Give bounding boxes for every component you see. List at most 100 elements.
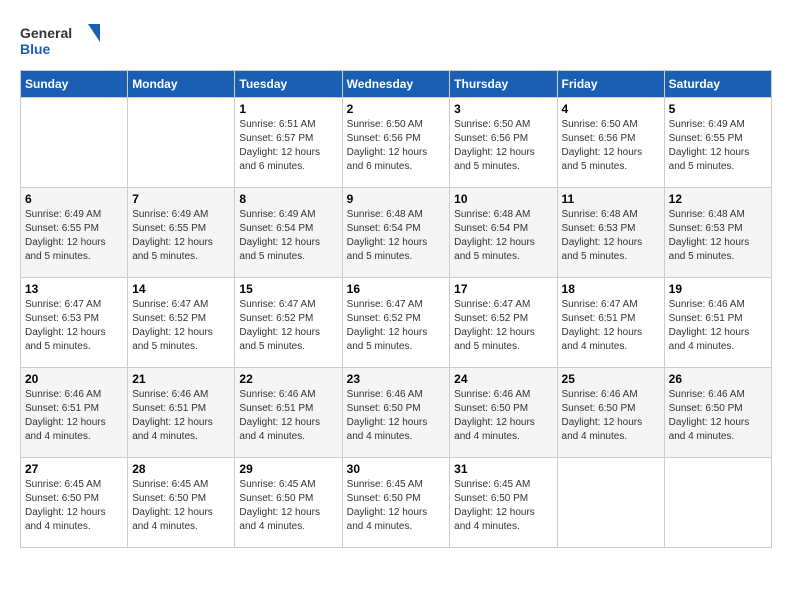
day-info: Sunrise: 6:47 AM Sunset: 6:52 PM Dayligh… <box>347 298 446 354</box>
day-info: Sunrise: 6:48 AM Sunset: 6:53 PM Dayligh… <box>669 208 767 264</box>
day-number: 26 <box>669 372 767 386</box>
day-number: 27 <box>25 462 123 476</box>
day-info: Sunrise: 6:47 AM Sunset: 6:52 PM Dayligh… <box>132 298 230 354</box>
day-number: 9 <box>347 192 446 206</box>
calendar-cell: 19 Sunrise: 6:46 AM Sunset: 6:51 PM Dayli… <box>664 278 771 368</box>
calendar-week-row: 20 Sunrise: 6:46 AM Sunset: 6:51 PM Dayli… <box>21 368 772 458</box>
day-info: Sunrise: 6:47 AM Sunset: 6:51 PM Dayligh… <box>562 298 660 354</box>
calendar-header-cell: Tuesday <box>235 71 342 98</box>
calendar-cell: 29 Sunrise: 6:45 AM Sunset: 6:50 PM Dayli… <box>235 458 342 548</box>
day-info: Sunrise: 6:46 AM Sunset: 6:51 PM Dayligh… <box>239 388 337 444</box>
day-info: Sunrise: 6:48 AM Sunset: 6:54 PM Dayligh… <box>347 208 446 264</box>
calendar-cell: 31Sunrise: 6:45 AM Sunset: 6:50 PM Dayli… <box>450 458 557 548</box>
calendar-week-row: 13Sunrise: 6:47 AM Sunset: 6:53 PM Dayli… <box>21 278 772 368</box>
calendar-cell: 7 Sunrise: 6:49 AM Sunset: 6:55 PM Daylig… <box>128 188 235 278</box>
calendar-cell <box>664 458 771 548</box>
day-info: Sunrise: 6:47 AM Sunset: 6:52 PM Dayligh… <box>454 298 552 354</box>
day-number: 10 <box>454 192 552 206</box>
calendar-cell: 28Sunrise: 6:45 AM Sunset: 6:50 PM Dayli… <box>128 458 235 548</box>
calendar-week-row: 27 Sunrise: 6:45 AM Sunset: 6:50 PM Dayli… <box>21 458 772 548</box>
calendar-header-cell: Friday <box>557 71 664 98</box>
day-number: 6 <box>25 192 123 206</box>
calendar-cell: 12 Sunrise: 6:48 AM Sunset: 6:53 PM Dayli… <box>664 188 771 278</box>
calendar-cell: 6 Sunrise: 6:49 AM Sunset: 6:55 PM Daylig… <box>21 188 128 278</box>
calendar-week-row: 1Sunrise: 6:51 AM Sunset: 6:57 PM Daylig… <box>21 98 772 188</box>
calendar-table: SundayMondayTuesdayWednesdayThursdayFrid… <box>20 70 772 548</box>
calendar-cell: 9 Sunrise: 6:48 AM Sunset: 6:54 PM Daylig… <box>342 188 450 278</box>
calendar-cell: 13Sunrise: 6:47 AM Sunset: 6:53 PM Dayli… <box>21 278 128 368</box>
calendar-cell: 23 Sunrise: 6:46 AM Sunset: 6:50 PM Dayli… <box>342 368 450 458</box>
calendar-cell: 18 Sunrise: 6:47 AM Sunset: 6:51 PM Dayli… <box>557 278 664 368</box>
calendar-header-cell: Thursday <box>450 71 557 98</box>
day-number: 25 <box>562 372 660 386</box>
calendar-cell: 20Sunrise: 6:46 AM Sunset: 6:51 PM Dayli… <box>21 368 128 458</box>
day-info: Sunrise: 6:50 AM Sunset: 6:56 PM Dayligh… <box>454 118 552 174</box>
day-number: 21 <box>132 372 230 386</box>
day-number: 15 <box>239 282 337 296</box>
svg-text:Blue: Blue <box>20 41 51 57</box>
day-number: 5 <box>669 102 767 116</box>
calendar-cell <box>128 98 235 188</box>
calendar-cell: 2Sunrise: 6:50 AM Sunset: 6:56 PM Daylig… <box>342 98 450 188</box>
calendar-cell: 21 Sunrise: 6:46 AM Sunset: 6:51 PM Dayli… <box>128 368 235 458</box>
day-info: Sunrise: 6:50 AM Sunset: 6:56 PM Dayligh… <box>347 118 446 174</box>
day-info: Sunrise: 6:49 AM Sunset: 6:55 PM Dayligh… <box>669 118 767 174</box>
calendar-cell: 25 Sunrise: 6:46 AM Sunset: 6:50 PM Dayli… <box>557 368 664 458</box>
calendar-cell: 30Sunrise: 6:45 AM Sunset: 6:50 PM Dayli… <box>342 458 450 548</box>
calendar-cell: 4 Sunrise: 6:50 AM Sunset: 6:56 PM Daylig… <box>557 98 664 188</box>
day-number: 24 <box>454 372 552 386</box>
day-number: 22 <box>239 372 337 386</box>
day-number: 11 <box>562 192 660 206</box>
day-info: Sunrise: 6:48 AM Sunset: 6:53 PM Dayligh… <box>562 208 660 264</box>
calendar-cell: 26 Sunrise: 6:46 AM Sunset: 6:50 PM Dayli… <box>664 368 771 458</box>
calendar-cell: 3 Sunrise: 6:50 AM Sunset: 6:56 PM Daylig… <box>450 98 557 188</box>
day-number: 4 <box>562 102 660 116</box>
day-number: 29 <box>239 462 337 476</box>
day-number: 3 <box>454 102 552 116</box>
day-info: Sunrise: 6:48 AM Sunset: 6:54 PM Dayligh… <box>454 208 552 264</box>
day-info: Sunrise: 6:49 AM Sunset: 6:55 PM Dayligh… <box>132 208 230 264</box>
calendar-cell <box>557 458 664 548</box>
day-info: Sunrise: 6:46 AM Sunset: 6:50 PM Dayligh… <box>669 388 767 444</box>
day-info: Sunrise: 6:46 AM Sunset: 6:51 PM Dayligh… <box>669 298 767 354</box>
day-number: 12 <box>669 192 767 206</box>
day-info: Sunrise: 6:45 AM Sunset: 6:50 PM Dayligh… <box>25 478 123 534</box>
day-info: Sunrise: 6:47 AM Sunset: 6:52 PM Dayligh… <box>239 298 337 354</box>
calendar-cell: 5 Sunrise: 6:49 AM Sunset: 6:55 PM Daylig… <box>664 98 771 188</box>
day-info: Sunrise: 6:46 AM Sunset: 6:50 PM Dayligh… <box>562 388 660 444</box>
calendar-header-cell: Monday <box>128 71 235 98</box>
calendar-cell: 10 Sunrise: 6:48 AM Sunset: 6:54 PM Dayli… <box>450 188 557 278</box>
day-number: 20 <box>25 372 123 386</box>
day-number: 18 <box>562 282 660 296</box>
day-info: Sunrise: 6:50 AM Sunset: 6:56 PM Dayligh… <box>562 118 660 174</box>
day-info: Sunrise: 6:45 AM Sunset: 6:50 PM Dayligh… <box>347 478 446 534</box>
day-info: Sunrise: 6:45 AM Sunset: 6:50 PM Dayligh… <box>239 478 337 534</box>
calendar-cell: 27 Sunrise: 6:45 AM Sunset: 6:50 PM Dayli… <box>21 458 128 548</box>
calendar-cell: 24 Sunrise: 6:46 AM Sunset: 6:50 PM Dayli… <box>450 368 557 458</box>
calendar-cell: 11 Sunrise: 6:48 AM Sunset: 6:53 PM Dayli… <box>557 188 664 278</box>
day-number: 31 <box>454 462 552 476</box>
calendar-cell: 22 Sunrise: 6:46 AM Sunset: 6:51 PM Dayli… <box>235 368 342 458</box>
logo: General Blue <box>20 20 100 60</box>
day-number: 23 <box>347 372 446 386</box>
day-info: Sunrise: 6:49 AM Sunset: 6:55 PM Dayligh… <box>25 208 123 264</box>
calendar-header-cell: Saturday <box>664 71 771 98</box>
calendar-cell <box>21 98 128 188</box>
calendar-cell: 15 Sunrise: 6:47 AM Sunset: 6:52 PM Dayli… <box>235 278 342 368</box>
day-info: Sunrise: 6:47 AM Sunset: 6:53 PM Dayligh… <box>25 298 123 354</box>
calendar-body: 1Sunrise: 6:51 AM Sunset: 6:57 PM Daylig… <box>21 98 772 548</box>
day-info: Sunrise: 6:45 AM Sunset: 6:50 PM Dayligh… <box>132 478 230 534</box>
calendar-cell: 1Sunrise: 6:51 AM Sunset: 6:57 PM Daylig… <box>235 98 342 188</box>
day-info: Sunrise: 6:46 AM Sunset: 6:50 PM Dayligh… <box>454 388 552 444</box>
day-number: 19 <box>669 282 767 296</box>
calendar-header-cell: Wednesday <box>342 71 450 98</box>
day-info: Sunrise: 6:51 AM Sunset: 6:57 PM Dayligh… <box>239 118 337 174</box>
day-number: 7 <box>132 192 230 206</box>
day-info: Sunrise: 6:46 AM Sunset: 6:51 PM Dayligh… <box>132 388 230 444</box>
page-header: General Blue <box>20 20 772 60</box>
day-info: Sunrise: 6:46 AM Sunset: 6:50 PM Dayligh… <box>347 388 446 444</box>
calendar-cell: 14Sunrise: 6:47 AM Sunset: 6:52 PM Dayli… <box>128 278 235 368</box>
calendar-week-row: 6 Sunrise: 6:49 AM Sunset: 6:55 PM Daylig… <box>21 188 772 278</box>
day-number: 17 <box>454 282 552 296</box>
calendar-header-cell: Sunday <box>21 71 128 98</box>
